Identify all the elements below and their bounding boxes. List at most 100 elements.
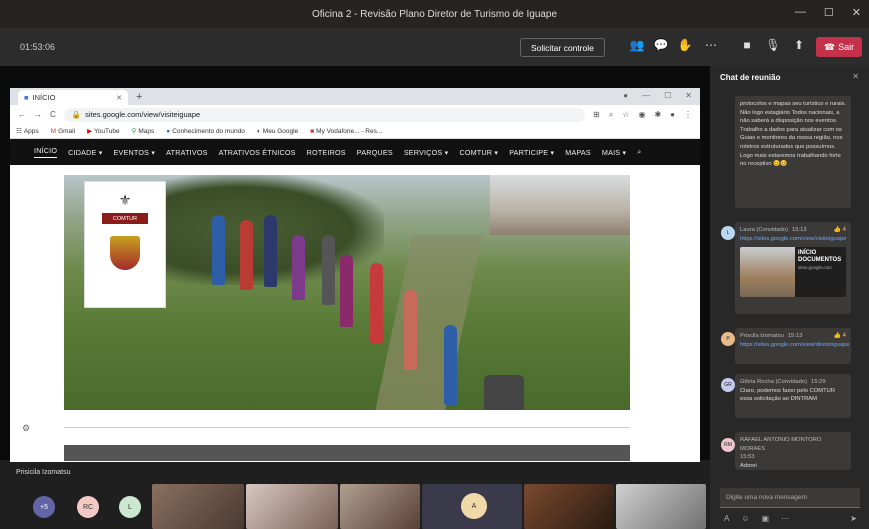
participant-video-tile[interactable] bbox=[616, 484, 706, 529]
browser-close-icon[interactable]: ✕ bbox=[685, 91, 692, 100]
search-icon[interactable]: ⌕ bbox=[609, 110, 613, 120]
extension-icon[interactable]: ◉ bbox=[638, 110, 645, 120]
participant-avatar[interactable]: A bbox=[461, 493, 487, 519]
format-icon[interactable]: A bbox=[724, 514, 729, 523]
participant-avatar[interactable]: RC bbox=[77, 496, 99, 518]
reload-icon[interactable]: C bbox=[50, 110, 56, 119]
mic-muted-icon[interactable]: 🎙 bbox=[764, 38, 782, 52]
chat-icon[interactable]: 💬 bbox=[652, 38, 670, 52]
chat-author: Laura (Convidado) bbox=[740, 227, 789, 233]
participant-video-tile[interactable] bbox=[340, 484, 420, 529]
send-icon[interactable]: ➤ bbox=[850, 514, 857, 523]
emoji-icon[interactable]: ☺ bbox=[741, 514, 749, 523]
lock-icon: 🔒 bbox=[71, 110, 82, 119]
nav-participe[interactable]: PARTICIPE ▾ bbox=[509, 148, 554, 157]
chat-message: Glória Rocha (Convidado) 15:29 Claro, po… bbox=[735, 374, 851, 418]
nav-atrativos-etnicos[interactable]: ATRATIVOS ÉTNICOS bbox=[219, 148, 296, 157]
youtube-icon: ▶ bbox=[87, 128, 93, 135]
link-preview-card[interactable]: INÍCIO DOCUMENTOS sites.google.com bbox=[740, 247, 846, 298]
page-content: ⚜ COMTUR ⚙ bbox=[10, 165, 700, 461]
back-icon[interactable]: ← bbox=[18, 110, 26, 119]
chat-author: Priscila Izomatsu bbox=[740, 333, 784, 339]
new-tab-icon[interactable]: + bbox=[136, 91, 142, 103]
bookmark-apps[interactable]: ☷ Apps bbox=[16, 127, 39, 136]
leave-button[interactable]: ☎ Sair bbox=[816, 37, 862, 57]
close-icon[interactable]: ✕ bbox=[852, 6, 861, 19]
site-search-icon[interactable]: ⌕ bbox=[637, 147, 641, 157]
reactions-icon[interactable]: ✋ bbox=[676, 38, 694, 52]
chat-avatar: GR bbox=[721, 378, 735, 392]
browser-tab[interactable]: ■ INÍCIO ✕ bbox=[18, 90, 128, 105]
logo-name: COMTUR bbox=[102, 213, 148, 224]
profile-avatar[interactable]: ● bbox=[670, 110, 675, 120]
chat-link[interactable]: https://sites.google.com/view/visiteigua… bbox=[740, 235, 846, 244]
photo-person bbox=[292, 235, 305, 300]
participant-video-tile[interactable] bbox=[152, 484, 244, 529]
more-compose-icon[interactable]: ⋯ bbox=[781, 514, 789, 523]
nav-eventos[interactable]: EVENTOS ▾ bbox=[114, 148, 156, 157]
photo-person bbox=[370, 263, 383, 343]
browser-maximize-icon[interactable]: ☐ bbox=[664, 91, 671, 100]
nav-mapas[interactable]: MAPAS bbox=[565, 148, 591, 157]
content-divider bbox=[64, 427, 630, 428]
forward-icon[interactable]: → bbox=[34, 110, 42, 119]
photo-person bbox=[240, 220, 253, 290]
gif-icon[interactable]: ▣ bbox=[762, 514, 770, 523]
chat-message-text: protocolos e mapas seu turístico e rurai… bbox=[740, 101, 847, 168]
menu-icon[interactable]: ⋮ bbox=[684, 110, 692, 120]
nav-servicos[interactable]: SERVIÇOS ▾ bbox=[404, 148, 449, 157]
nav-mais[interactable]: MAIS ▾ bbox=[602, 148, 626, 157]
camera-icon[interactable]: ■ bbox=[738, 38, 756, 52]
settings-gear-icon[interactable]: ⚙ bbox=[22, 423, 30, 434]
bookmark-youtube[interactable]: ▶ YouTube bbox=[87, 127, 120, 136]
chat-compose-input[interactable]: Digite uma nova mensagem bbox=[720, 488, 860, 508]
url-text: sites.google.com/view/visiteiguape bbox=[85, 110, 201, 119]
chat-message-header: 15:53 bbox=[740, 453, 846, 462]
maximize-icon[interactable]: ☐ bbox=[824, 6, 834, 19]
google-icon: ◐ bbox=[256, 127, 261, 135]
star-icon[interactable]: ☆ bbox=[622, 110, 629, 120]
more-options-icon[interactable]: ⋯ bbox=[702, 38, 720, 52]
browser-toolbar: ← → C 🔒 sites.google.com/view/visiteigua… bbox=[10, 105, 700, 124]
meeting-toolbar: 01:53:06 Solicitar controle 👥 💬 ✋ ⋯ ■ 🎙 … bbox=[0, 28, 869, 66]
participants-icon[interactable]: 👥 bbox=[628, 38, 646, 52]
chat-message-text: Adorei bbox=[740, 462, 757, 469]
nav-comtur[interactable]: COMTUR ▾ bbox=[459, 148, 498, 157]
chat-message-header: Laura (Convidado) 15:13 bbox=[740, 226, 846, 235]
bookmark-knowledge[interactable]: ● Conhecimento do mundo bbox=[166, 128, 245, 135]
leave-label: Sair bbox=[838, 42, 855, 52]
nav-roteiros[interactable]: ROTEIROS bbox=[307, 148, 346, 157]
like-reaction[interactable]: 👍 4 bbox=[834, 332, 846, 341]
minimize-icon[interactable]: — bbox=[795, 6, 806, 19]
request-control-button[interactable]: Solicitar controle bbox=[520, 38, 605, 57]
chat-author: Glória Rocha (Convidado) bbox=[740, 379, 808, 385]
share-screen-icon[interactable]: ⬆ bbox=[790, 38, 808, 52]
nav-cidade[interactable]: CIDADE ▾ bbox=[68, 148, 102, 157]
photo-person bbox=[322, 235, 335, 305]
browser-profile-icon[interactable]: ● bbox=[623, 91, 628, 100]
chat-message-header: Priscila Izomatsu 15:13 bbox=[740, 332, 846, 341]
bookmark-gmail[interactable]: M Gmail bbox=[51, 128, 75, 135]
site-navigation: INÍCIO CIDADE ▾ EVENTOS ▾ ATRATIVOS ATRA… bbox=[10, 139, 700, 165]
address-bar[interactable]: 🔒 sites.google.com/view/visiteiguape bbox=[63, 107, 586, 122]
bookmark-google[interactable]: ◐ Meu Google bbox=[257, 128, 298, 135]
photo-person bbox=[264, 215, 277, 287]
bookmark-maps[interactable]: ⚲ Maps bbox=[132, 127, 155, 136]
nav-atrativos[interactable]: ATRATIVOS bbox=[166, 148, 207, 157]
participant-avatar[interactable]: L bbox=[119, 496, 141, 518]
like-reaction[interactable]: 👍 4 bbox=[834, 226, 846, 235]
nav-parques[interactable]: PARQUES bbox=[357, 148, 393, 157]
puzzle-icon[interactable]: ✱ bbox=[654, 110, 661, 120]
nav-inicio[interactable]: INÍCIO bbox=[34, 146, 58, 158]
participant-video-tile[interactable] bbox=[524, 484, 614, 529]
participant-video-tile[interactable] bbox=[246, 484, 338, 529]
chat-link[interactable]: https://sites.google.com/view/diretorigu… bbox=[740, 341, 850, 350]
install-icon[interactable]: ⊞ bbox=[593, 110, 600, 120]
apps-grid-icon: ☷ bbox=[16, 128, 22, 135]
more-participants-avatar[interactable]: +5 bbox=[33, 496, 55, 518]
bookmark-vodafone[interactable]: ■ My Vodafone... - Res... bbox=[310, 128, 382, 135]
chat-title: Chat de reunião bbox=[720, 72, 781, 82]
browser-minimize-icon[interactable]: — bbox=[642, 91, 650, 100]
chat-close-icon[interactable]: ✕ bbox=[852, 72, 859, 81]
tab-close-icon[interactable]: ✕ bbox=[116, 94, 122, 102]
